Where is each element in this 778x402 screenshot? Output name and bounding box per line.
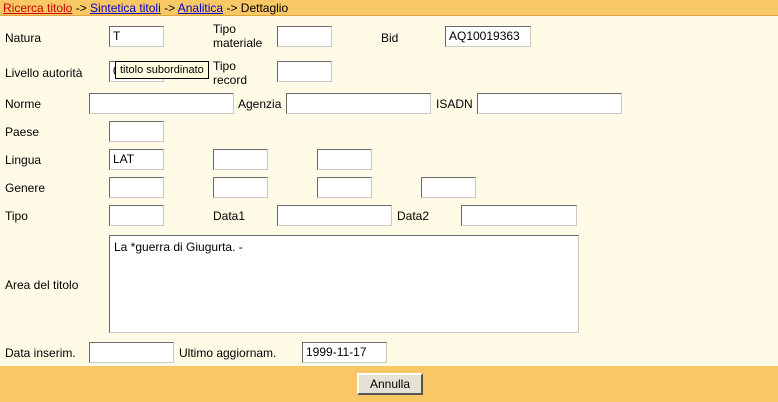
ultimo-aggiornam-label: Ultimo aggiornam. xyxy=(179,346,277,360)
tipo-record-label-line2: record xyxy=(213,73,248,87)
isadn-label: ISADN xyxy=(436,97,473,111)
annulla-button[interactable]: Annulla xyxy=(357,373,423,395)
breadcrumb: Ricerca titolo -> Sintetica titoli -> An… xyxy=(0,0,778,16)
breadcrumb-current: Dettaglio xyxy=(240,1,289,15)
data2-label: Data2 xyxy=(397,209,430,223)
breadcrumb-separator: -> xyxy=(160,1,178,15)
paese-label: Paese xyxy=(5,125,40,139)
data-inserim-label: Data inserim. xyxy=(5,346,76,360)
natura-field[interactable]: T xyxy=(109,26,164,47)
data-inserim-field[interactable] xyxy=(89,342,174,363)
genere-field-2[interactable] xyxy=(213,177,268,198)
tipo-field[interactable] xyxy=(109,205,164,226)
data2-field[interactable] xyxy=(461,205,577,226)
paese-field[interactable] xyxy=(109,121,164,142)
tipo-record-label-line1: Tipo xyxy=(213,59,236,73)
lingua-label: Lingua xyxy=(5,153,42,167)
livello-autorita-label: Livello autorità xyxy=(5,66,83,80)
genere-field-4[interactable] xyxy=(421,177,476,198)
bid-label: Bid xyxy=(381,31,399,45)
ultimo-aggiornam-field[interactable]: 1999-11-17 xyxy=(302,342,387,363)
tooltip: titolo subordinato xyxy=(115,61,209,79)
breadcrumb-separator: -> xyxy=(72,1,91,15)
genere-field-3[interactable] xyxy=(317,177,372,198)
agenzia-label: Agenzia xyxy=(238,97,282,111)
breadcrumb-link-ricerca-titolo[interactable]: Ricerca titolo xyxy=(3,1,72,15)
area-titolo-label: Area del titolo xyxy=(5,278,79,292)
tipo-record-field[interactable] xyxy=(277,61,332,82)
genere-label: Genere xyxy=(5,181,46,195)
tipo-materiale-field[interactable] xyxy=(277,26,332,47)
breadcrumb-link-sintetica-titoli[interactable]: Sintetica titoli xyxy=(90,1,161,15)
tipo-materiale-label-line2: materiale xyxy=(213,36,263,50)
agenzia-field[interactable] xyxy=(286,93,431,114)
norme-label: Norme xyxy=(5,97,42,111)
area-titolo-textarea[interactable]: La *guerra di Giugurta. - xyxy=(109,235,579,333)
isadn-field[interactable] xyxy=(477,93,622,114)
breadcrumb-separator: -> xyxy=(223,1,241,15)
tipo-materiale-label-line1: Tipo xyxy=(213,22,236,36)
data1-label: Data1 xyxy=(213,209,246,223)
data1-field[interactable] xyxy=(277,205,392,226)
lingua-field-1[interactable]: LAT xyxy=(109,149,164,170)
bid-field[interactable]: AQ10019363 xyxy=(445,26,531,47)
natura-label: Natura xyxy=(5,31,42,45)
lingua-field-2[interactable] xyxy=(213,149,268,170)
genere-field-1[interactable] xyxy=(109,177,164,198)
lingua-field-3[interactable] xyxy=(317,149,372,170)
breadcrumb-link-analitica[interactable]: Analitica xyxy=(178,1,223,15)
norme-field[interactable] xyxy=(89,93,234,114)
tipo-label: Tipo xyxy=(5,209,28,223)
